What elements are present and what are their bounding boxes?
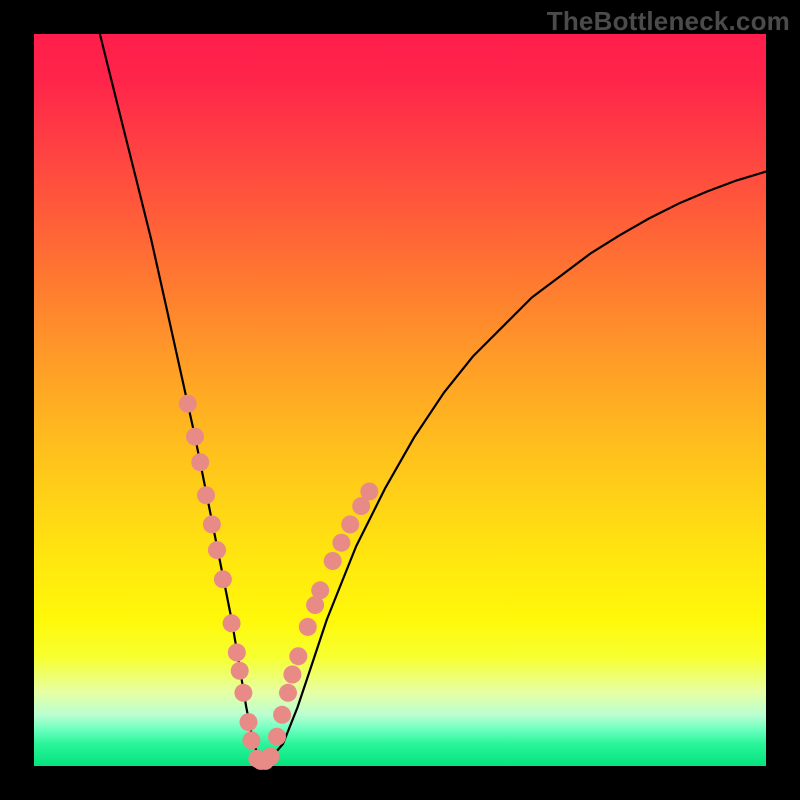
watermark-text: TheBottleneck.com (547, 6, 790, 37)
data-marker (341, 515, 359, 533)
data-marker (279, 684, 297, 702)
data-marker (179, 395, 197, 413)
data-marker (242, 731, 260, 749)
data-marker (332, 534, 350, 552)
data-marker (240, 713, 258, 731)
data-marker (261, 748, 279, 766)
data-marker (223, 614, 241, 632)
data-marker (273, 706, 291, 724)
data-marker (197, 486, 215, 504)
data-marker (228, 644, 246, 662)
data-marker (214, 570, 232, 588)
data-marker (283, 666, 301, 684)
bottleneck-curve (100, 34, 766, 761)
data-marker (203, 515, 221, 533)
data-marker (299, 618, 317, 636)
data-marker (231, 662, 249, 680)
data-marker (191, 453, 209, 471)
curve-svg (34, 34, 766, 766)
data-marker (360, 483, 378, 501)
data-marker (324, 552, 342, 570)
data-marker (311, 581, 329, 599)
chart-frame: TheBottleneck.com (0, 0, 800, 800)
data-marker (234, 684, 252, 702)
data-marker (208, 541, 226, 559)
data-marker (268, 728, 286, 746)
data-marker (186, 428, 204, 446)
plot-area (34, 34, 766, 766)
data-marker (289, 647, 307, 665)
marker-group (179, 395, 379, 770)
